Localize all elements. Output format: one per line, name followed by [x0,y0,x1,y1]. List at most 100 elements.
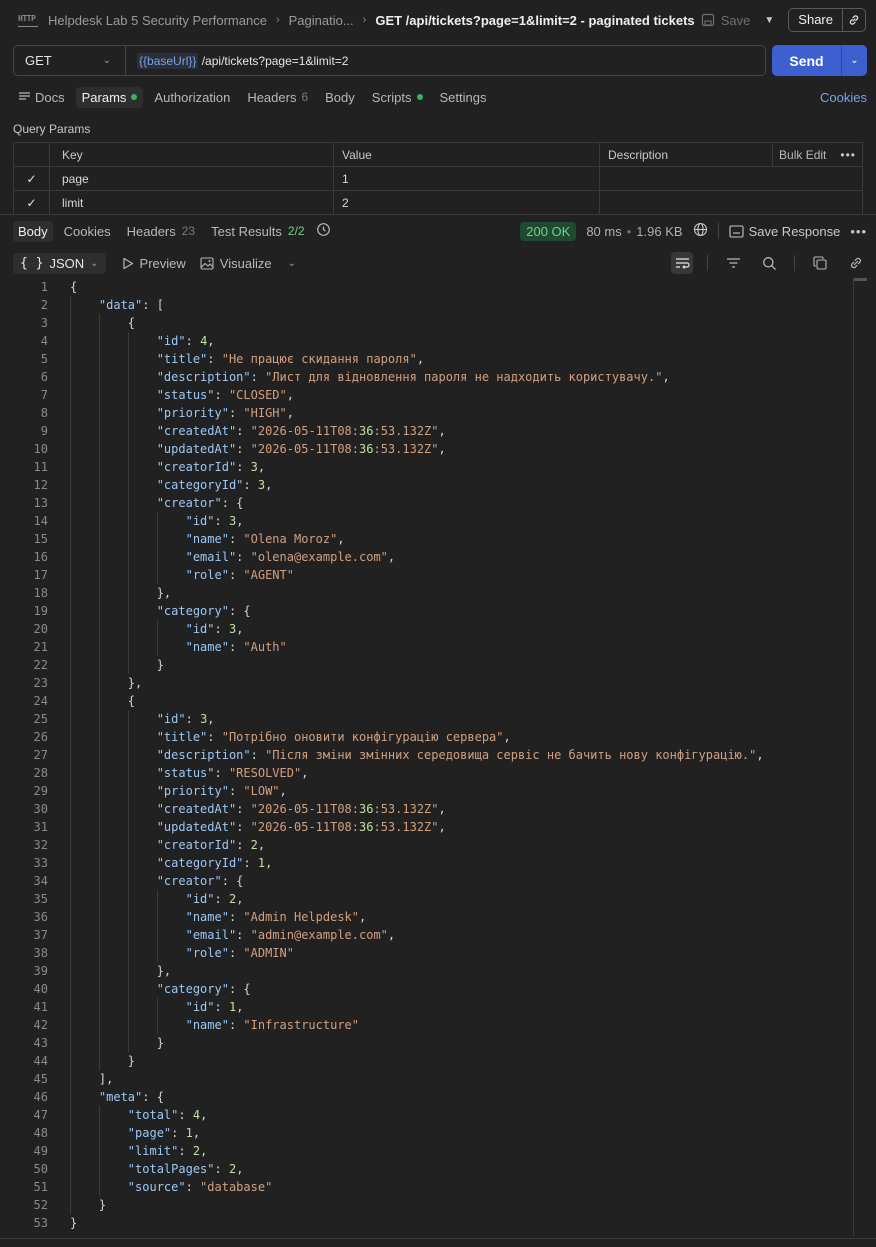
code-text: }, [70,584,172,602]
wrap-lines-icon[interactable] [671,252,693,274]
response-time[interactable]: 80 ms [586,224,621,239]
response-more-options-icon[interactable]: ••• [850,224,867,239]
code-line: 1{ [0,278,852,296]
tab-response-body[interactable]: Body [13,220,53,242]
scrollbar-track[interactable] [853,278,854,1236]
share-button[interactable]: Share [789,9,843,31]
tab-authorization[interactable]: Authorization [148,87,236,108]
param-description-field[interactable] [599,190,863,215]
pane-divider[interactable] [0,214,876,215]
filter-icon[interactable] [722,252,744,274]
request-title[interactable]: GET /api/tickets?page=1&limit=2 - pagina… [375,13,694,28]
scrollbar-thumb[interactable] [854,278,867,281]
indent-guide [127,440,129,458]
tab-headers[interactable]: Headers 6 [241,87,314,108]
copy-icon[interactable] [809,252,831,274]
param-value-field[interactable]: 2 [333,190,600,215]
code-line: 5 "title": "Не працює скидання пароля", [0,350,852,368]
indent-guide [70,476,71,494]
link-icon [849,15,859,25]
indent-guide [127,620,129,638]
tab-test-results[interactable]: Test Results 2/2 [206,221,310,242]
tab-body[interactable]: Body [319,87,361,108]
send-options-chevron-down-icon[interactable]: ⌄ [842,45,867,76]
response-size[interactable]: 1.96 KB [636,224,682,239]
link-icon[interactable] [845,252,867,274]
code-line: 53} [0,1214,852,1232]
param-key-field[interactable]: limit [49,190,334,215]
line-number: 12 [33,478,48,492]
tab-authorization-label: Authorization [154,89,231,105]
indent-guide [98,314,100,332]
checkmark-icon: ✓ [26,171,37,186]
save-options-chevron-down-icon[interactable]: ▼ [764,15,774,26]
bulk-edit-button[interactable]: Bulk Edit [779,148,826,162]
search-icon[interactable] [758,252,780,274]
indent-guide [127,332,129,350]
indent-guide [70,1178,71,1196]
scripts-active-dot-icon [416,94,423,100]
more-options-icon[interactable]: ••• [840,148,856,162]
format-select[interactable]: { } JSON ⌄ [13,252,106,274]
tab-params[interactable]: Params [75,86,144,108]
save-response-button[interactable]: Save Response [729,224,840,239]
format-chevron-down-icon: ⌄ [90,257,99,269]
indent-guide [127,1034,129,1052]
indent-guide [70,926,71,944]
response-body-editor[interactable]: 1{2 "data": [3 {4 "id": 4, 5 "title": "Не… [0,278,852,1236]
send-button[interactable]: Send [772,45,842,76]
code-line: 20 "id": 3, [0,620,852,638]
indent-guide [127,386,129,404]
code-text: "id": 1, [48,998,243,1016]
status-badge[interactable]: 200 OK [520,221,577,241]
tab-response-headers[interactable]: Headers 23 [122,221,201,242]
code-text: "categoryId": 1, [48,854,272,872]
tab-params-label: Params [81,89,127,105]
code-text: "updatedAt": "2026-05-11T08:36:53.132Z", [48,440,446,458]
visualize-chevron-down-icon[interactable]: ⌄ [288,258,296,269]
indent-guide [127,602,129,620]
code-text: "status": "CLOSED", [48,386,294,404]
tab-docs[interactable]: Docs [13,87,71,108]
headers-count: 6 [301,90,309,104]
tab-response-cookies[interactable]: Cookies [59,221,116,242]
save-button[interactable]: Save [701,13,750,28]
tab-scripts[interactable]: Scripts [366,87,429,108]
response-headers-count: 23 [181,224,196,238]
param-checkbox[interactable]: ✓ [13,190,50,215]
tab-test-results-label: Test Results [211,223,282,239]
indent-guide [70,998,71,1016]
history-icon[interactable] [316,222,331,240]
indent-guide [70,1196,71,1214]
indent-guide [98,980,100,998]
code-line: 19 "category": { [0,602,852,620]
preview-button[interactable]: Preview [122,256,186,271]
code-line: 46 "meta": { [0,1088,852,1106]
breadcrumb-folder[interactable]: Paginatio... [289,13,354,28]
param-description-field[interactable] [599,166,863,191]
indent-guide [70,1142,71,1160]
param-key-field[interactable]: page [49,166,334,191]
code-text: "description": "Лист для відновлення пар… [48,368,670,386]
indent-guide [70,764,71,782]
param-checkbox[interactable]: ✓ [13,166,50,191]
line-number: 48 [33,1126,48,1140]
method-select[interactable]: GET ⌄ [14,46,126,75]
tab-settings-label: Settings [439,89,487,105]
globe-icon[interactable] [693,222,708,240]
cookies-link[interactable]: Cookies [820,90,867,105]
code-line: 48 "page": 1, [0,1124,852,1142]
indent-guide [156,1016,158,1034]
tab-settings[interactable]: Settings [434,87,493,108]
breadcrumb-collection[interactable]: Helpdesk Lab 5 Security Performance [48,13,267,28]
copy-link-button[interactable] [843,9,865,31]
indent-guide [156,890,158,908]
indent-guide [127,656,129,674]
tab-response-cookies-label: Cookies [63,223,111,239]
line-number: 34 [33,874,48,888]
indent-guide [98,854,100,872]
url-input[interactable]: {{baseUrl}} /api/tickets?page=1&limit=2 [126,52,348,69]
param-value-field[interactable]: 1 [333,166,600,191]
indent-guide [127,782,129,800]
visualize-button[interactable]: Visualize ⌄ [200,256,296,271]
